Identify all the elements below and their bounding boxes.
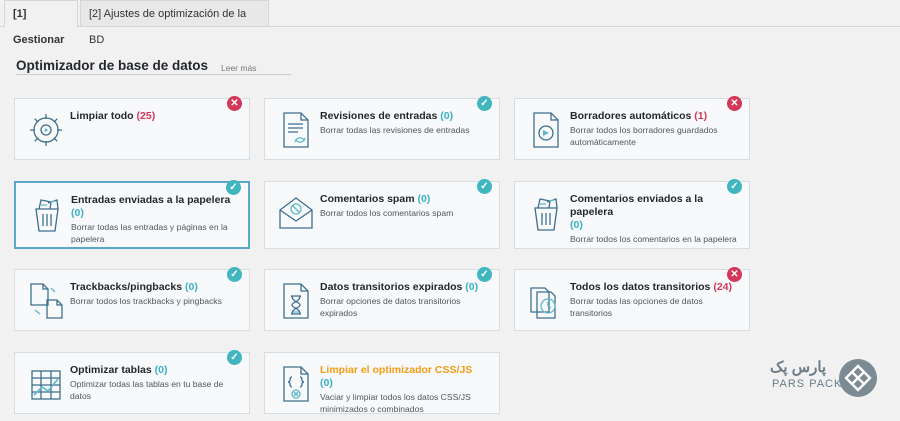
spam-envelope-icon — [275, 192, 317, 234]
card-all-transients[interactable]: Todos los datos transitorios (24) Borrar… — [514, 267, 750, 331]
card-description: Optimizar todas las tablas en tu base de… — [70, 379, 224, 401]
trash-bin-icon — [26, 193, 68, 235]
count: (0) — [154, 364, 168, 376]
linked-documents-icon — [25, 280, 67, 322]
parspack-logo-icon — [838, 358, 878, 398]
card-spam-comments[interactable]: Comentarios spam (0) Borrar todos los co… — [264, 179, 500, 249]
card-description: Borrar todas las entradas y páginas en l… — [71, 222, 228, 244]
count: (0) — [570, 219, 583, 231]
card-title: Revisiones de entradas (0) — [320, 110, 454, 122]
code-file-icon — [275, 363, 317, 405]
count: (1) — [694, 110, 708, 122]
brand-name-en: PARS PACK — [772, 378, 843, 390]
document-gear-icon — [525, 109, 567, 151]
count: (24) — [713, 281, 733, 293]
card-post-revisions[interactable]: Revisiones de entradas (0) Borrar todas … — [264, 96, 500, 160]
trash-bin-icon — [525, 192, 567, 234]
count: (0) — [440, 110, 454, 122]
checkmark-status-icon: ✓ — [227, 350, 242, 365]
checkmark-status-icon: ✓ — [226, 180, 241, 195]
card-title: Optimizar tablas (0) — [70, 364, 168, 376]
card-title: Entradas enviadas a la papelera (0) — [71, 194, 231, 219]
checkmark-status-icon: ✓ — [727, 179, 742, 194]
clock-documents-icon — [525, 280, 567, 322]
count: (0) — [184, 281, 198, 293]
section-divider — [16, 74, 291, 75]
card-optimize-tables[interactable]: Optimizar tablas (0) Optimizar todas las… — [14, 350, 250, 414]
count: (0) — [71, 207, 84, 219]
table-chart-icon — [25, 363, 67, 405]
read-more-link[interactable]: Leer más — [221, 63, 256, 73]
card-description: Borrar opciones de datos transitorios ex… — [320, 296, 461, 318]
card-description: Borrar todas las revisiones de entradas — [320, 125, 470, 135]
card-clear-css-js-optimizer[interactable]: Limpiar el optimizador CSS/JS (0) Vaciar… — [264, 352, 500, 414]
card-title: Datos transitorios expirados (0) — [320, 281, 479, 293]
tab-bar: [1] Gestionar [2] Ajustes de optimizació… — [0, 0, 900, 46]
section-title: Optimizador de base de datos — [16, 58, 209, 73]
count: (0) — [465, 281, 479, 293]
card-trashed-posts[interactable]: Entradas enviadas a la papelera (0) Borra… — [14, 180, 250, 249]
card-description: Borrar todos los borradores guardados au… — [570, 125, 718, 147]
card-clean-all[interactable]: Limpiar todo (25) ✕ — [14, 96, 250, 160]
card-title: Borradores automáticos (1) — [570, 110, 708, 122]
tab-db-settings[interactable]: [2] Ajustes de optimización de la BD — [80, 0, 269, 46]
card-description: Vaciar y limpiar todos los datos CSS/JS … — [320, 392, 471, 414]
card-description: Borrar todas las opciones de datos trans… — [570, 296, 703, 318]
card-auto-drafts[interactable]: Borradores automáticos (1) Borrar todos … — [514, 96, 750, 160]
gears-icon — [25, 109, 67, 151]
card-title: Todos los datos transitorios (24) — [570, 281, 733, 293]
card-trashed-comments[interactable]: Comentarios enviados a la papelera (0) Bo… — [514, 179, 750, 249]
error-status-icon: ✕ — [727, 96, 742, 111]
document-revision-icon — [275, 109, 317, 151]
card-title: Limpiar el optimizador CSS/JS (0) — [320, 364, 473, 389]
hourglass-document-icon — [275, 280, 317, 322]
card-description: Borrar todos los comentarios spam — [320, 208, 454, 218]
card-title: Trackbacks/pingbacks (0) — [70, 281, 198, 293]
checkmark-status-icon: ✓ — [227, 267, 242, 282]
card-title: Comentarios spam (0) — [320, 193, 431, 205]
card-trackbacks[interactable]: Trackbacks/pingbacks (0) Borrar todos lo… — [14, 267, 250, 331]
count: (0) — [320, 377, 333, 389]
brand-name-fa: پارس پک — [770, 359, 827, 376]
tab-manage[interactable]: [1] Gestionar — [4, 0, 78, 46]
checkmark-status-icon: ✓ — [477, 179, 492, 194]
card-description: Borrar todos los comentarios en la papel… — [570, 234, 737, 244]
error-status-icon: ✕ — [227, 96, 242, 111]
card-title: Comentarios enviados a la papelera (0) — [570, 193, 704, 231]
card-title: Limpiar todo (25) — [70, 110, 156, 122]
count: (0) — [417, 193, 431, 205]
count: (25) — [136, 110, 156, 122]
checkmark-status-icon: ✓ — [477, 96, 492, 111]
parspack-watermark: پارس پک PARS PACK — [770, 358, 880, 398]
card-expired-transients[interactable]: Datos transitorios expirados (0) Borrar … — [264, 267, 500, 331]
error-status-icon: ✕ — [727, 267, 742, 282]
checkmark-status-icon: ✓ — [477, 267, 492, 282]
card-description: Borrar todos los trackbacks y pingbacks — [70, 296, 222, 306]
